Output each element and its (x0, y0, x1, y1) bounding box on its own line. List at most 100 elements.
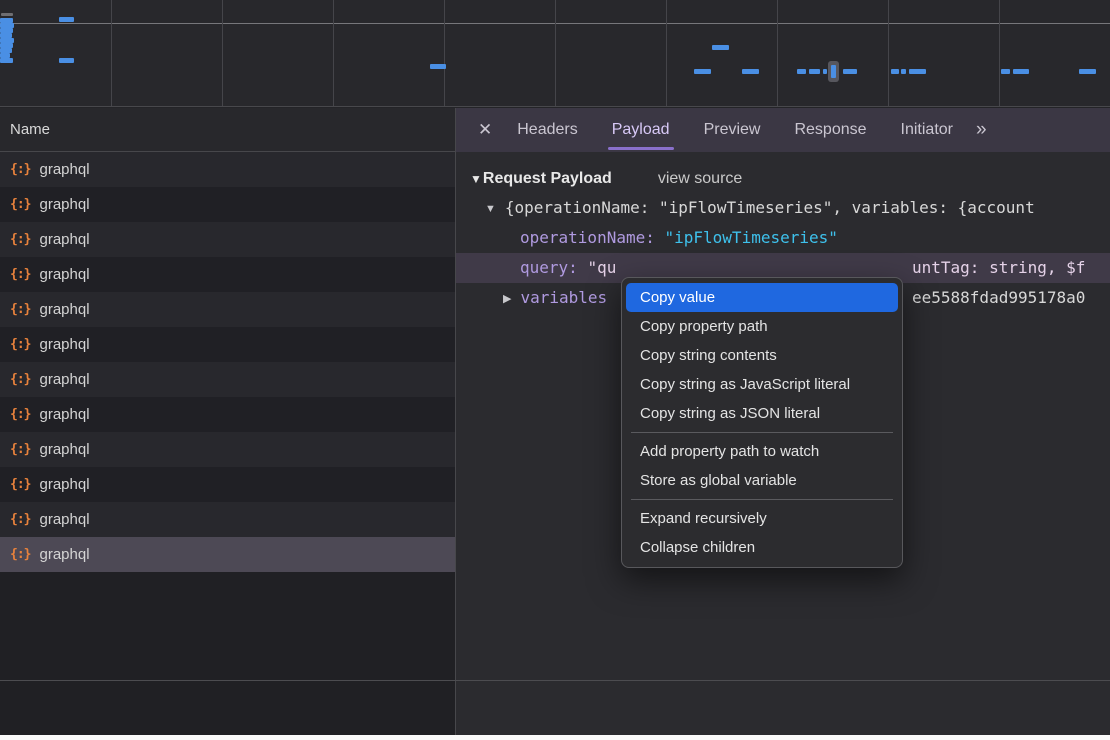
tab-initiator[interactable]: Initiator (884, 108, 970, 152)
footer-divider (0, 680, 1110, 681)
property-value-continuation: untTag: string, $f (912, 253, 1085, 283)
request-payload-title[interactable]: ▼Request Payload (470, 170, 612, 188)
devtools-network-window: Name {:}graphql{:}graphql{:}graphql{:}gr… (0, 0, 1110, 740)
request-name: graphql (39, 371, 89, 388)
overview-gridline (444, 0, 445, 106)
request-timing-bar (694, 69, 711, 74)
request-timing-bar (712, 45, 729, 50)
more-tabs-icon[interactable]: » (976, 119, 985, 141)
requests-list: {:} graphql {:} graphql {:} graphql {:} graphql… (0, 152, 455, 572)
network-overview-timeline[interactable] (0, 0, 1110, 107)
request-timing-bar (809, 69, 820, 74)
request-timing-bar (843, 69, 857, 74)
request-name: graphql (39, 266, 89, 283)
request-timing-bar (1001, 69, 1010, 74)
json-file-icon: {:} (10, 267, 30, 282)
page-background-strip (0, 735, 1110, 740)
collapsed-triangle-icon[interactable]: ▶ (503, 284, 511, 313)
request-timing-bar (0, 58, 13, 63)
property-key: operationName: (520, 228, 655, 247)
request-name: graphql (39, 161, 89, 178)
overview-gridline (333, 0, 334, 106)
property-preview-continuation: ee5588fdad995178a0 (912, 283, 1085, 313)
request-timing-bar (909, 69, 926, 74)
requests-list-panel: Name {:}graphql{:}graphql{:}graphql{:}gr… (0, 108, 455, 735)
property-value-start: "qu (587, 258, 616, 277)
request-timing-bar (797, 69, 806, 74)
overview-gridline (111, 0, 112, 106)
request-timing-bar (742, 69, 759, 74)
menu-item-store-as-global-variable[interactable]: Store as global variable (626, 466, 898, 495)
request-name: graphql (39, 301, 89, 318)
panel-split-handle[interactable] (455, 108, 456, 735)
menu-item-copy-string-as-json-literal[interactable]: Copy string as JSON literal (626, 399, 898, 428)
request-name: graphql (39, 231, 89, 248)
request-timing-bar (59, 17, 74, 22)
request-name: graphql (39, 511, 89, 528)
menu-item-collapse-children[interactable]: Collapse children (626, 533, 898, 562)
menu-item-copy-string-as-javascript-literal[interactable]: Copy string as JavaScript literal (626, 370, 898, 399)
request-name: graphql (39, 476, 89, 493)
menu-separator (631, 499, 893, 500)
request-row[interactable]: {:} graphql (0, 362, 455, 397)
json-file-icon: {:} (10, 372, 30, 387)
request-name: graphql (39, 441, 89, 458)
request-row[interactable]: {:} graphql (0, 467, 455, 502)
payload-root-row[interactable]: ▼ {operationName: "ipFlowTimeseries", var… (456, 193, 1110, 223)
request-row[interactable]: {:}graphql (0, 537, 455, 572)
request-timing-bar (1, 13, 13, 16)
request-row[interactable]: {:}graphql (0, 152, 455, 187)
overview-gridline (555, 0, 556, 106)
request-timing-bar (901, 69, 906, 74)
request-row[interactable]: {:}graphql (0, 292, 455, 327)
menu-item-expand-recursively[interactable]: Expand recursively (626, 504, 898, 533)
tab-headers[interactable]: Headers (500, 108, 594, 152)
request-timing-bar (891, 69, 899, 74)
selected-request-marker (828, 61, 839, 82)
menu-item-copy-value[interactable]: Copy value (626, 283, 898, 312)
overview-gridline (999, 0, 1000, 106)
request-timing-bar (430, 64, 446, 69)
overview-gridline (222, 0, 223, 106)
operation-name-row[interactable]: operationName: "ipFlowTimeseries" (456, 223, 1110, 253)
request-row[interactable]: {:} graphql (0, 187, 455, 222)
request-row[interactable]: {:} graphql (0, 257, 455, 292)
name-column-header[interactable]: Name (0, 108, 455, 152)
tab-response[interactable]: Response (777, 108, 883, 152)
menu-item-copy-string-contents[interactable]: Copy string contents (626, 341, 898, 370)
view-source-link[interactable]: view source (658, 170, 742, 188)
request-timing-bar (823, 69, 827, 74)
request-row[interactable]: {:} graphql (0, 327, 455, 362)
json-file-icon: {:} (10, 197, 30, 212)
json-file-icon: {:} (10, 512, 30, 527)
root-preview-text: {operationName: "ipFlowTimeseries", vari… (505, 198, 1035, 217)
json-file-icon: {:} (10, 337, 30, 352)
request-name: graphql (39, 336, 89, 353)
overview-gridline (777, 0, 778, 106)
json-file-icon: {:} (10, 547, 30, 562)
tab-payload[interactable]: Payload (595, 108, 687, 152)
request-row[interactable]: {:}graphql (0, 397, 455, 432)
request-row[interactable]: {:} graphql (0, 502, 455, 537)
json-file-icon: {:} (10, 442, 30, 457)
details-tab-bar: ✕ HeadersPayloadPreviewResponseInitiator… (456, 108, 1110, 152)
request-payload-header: ▼Request Payload view source (456, 165, 1110, 193)
expanded-triangle-icon[interactable]: ▼ (485, 194, 496, 223)
request-row[interactable]: {:}graphql (0, 222, 455, 257)
menu-item-add-property-path-to-watch[interactable]: Add property path to watch (626, 437, 898, 466)
property-key: variables (520, 288, 607, 307)
json-file-icon: {:} (10, 407, 30, 422)
menu-separator (631, 432, 893, 433)
section-collapse-icon: ▼ (470, 172, 482, 186)
property-value: "ipFlowTimeseries" (665, 228, 838, 247)
menu-item-copy-property-path[interactable]: Copy property path (626, 312, 898, 341)
overview-gridline (666, 0, 667, 106)
request-timing-bar (1013, 69, 1029, 74)
tab-preview[interactable]: Preview (687, 108, 778, 152)
json-file-icon: {:} (10, 477, 30, 492)
request-timing-bar (1079, 69, 1096, 74)
request-row[interactable]: {:} graphql (0, 432, 455, 467)
request-name: graphql (39, 196, 89, 213)
context-menu: Copy valueCopy property pathCopy string … (621, 277, 903, 568)
close-icon[interactable]: ✕ (478, 120, 492, 140)
